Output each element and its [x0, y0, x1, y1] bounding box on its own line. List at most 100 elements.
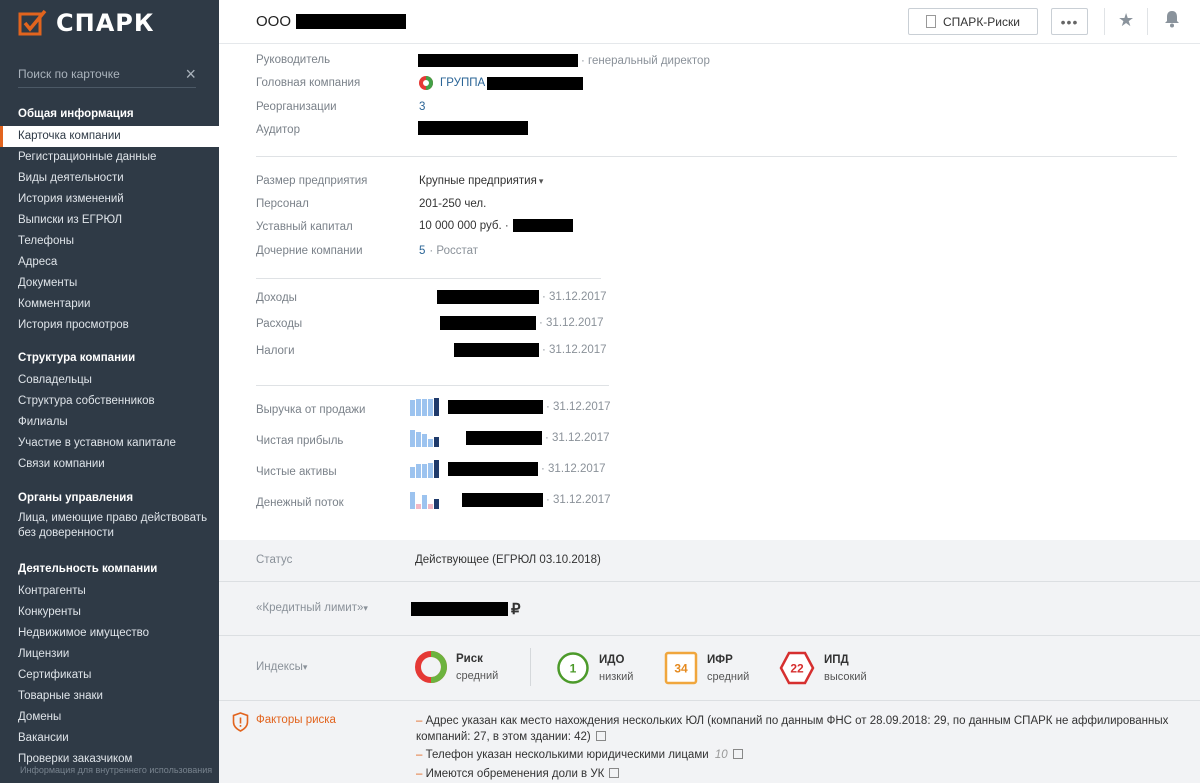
sidebar-footer-note: Информация для внутреннего использования — [20, 765, 213, 775]
risk-factors-label[interactable]: Факторы риска — [256, 714, 336, 726]
nav-licenses[interactable]: Лицензии — [0, 644, 219, 665]
sparkline-bar — [434, 460, 439, 478]
nav-company-card[interactable]: Карточка компании — [0, 126, 219, 147]
ido-circle-icon: 1 — [557, 652, 589, 684]
page-title: ООО — [256, 13, 407, 30]
nav-real-estate[interactable]: Недвижимое имущество — [0, 623, 219, 644]
income-label: Доходы — [256, 292, 297, 304]
chevron-down-icon: ▾ — [363, 603, 368, 613]
nav-comments[interactable]: Комментарии — [0, 294, 219, 315]
sparkline-bar — [422, 434, 427, 447]
index-ido-level: низкий — [599, 670, 634, 683]
nav-owner-structure[interactable]: Структура собственников — [0, 391, 219, 412]
net-profit-date: · 31.12.2017 — [545, 432, 610, 444]
nav-certificates[interactable]: Сертификаты — [0, 665, 219, 686]
redacted-cash-flow — [462, 493, 543, 507]
nav-egrul-extracts[interactable]: Выписки из ЕГРЮЛ — [0, 210, 219, 231]
index-ido-name: ИДО — [599, 653, 625, 666]
parent-company-value[interactable]: ГРУППА — [418, 75, 584, 91]
expenses-value-row: · 31.12.2017 — [440, 316, 604, 330]
auditor-value[interactable] — [418, 121, 528, 135]
spark-logo[interactable]: СПАРК — [18, 7, 154, 39]
nav-co-owners[interactable]: Совладельцы — [0, 370, 219, 391]
nav-addresses[interactable]: Адреса — [0, 252, 219, 273]
nav-activities[interactable]: Виды деятельности — [0, 168, 219, 189]
divider — [530, 648, 531, 686]
subsidiaries-source: · Росстат — [429, 245, 479, 257]
revenue-sparkline — [410, 398, 440, 416]
external-link-icon[interactable] — [732, 749, 743, 759]
nav-company-links[interactable]: Связи компании — [0, 454, 219, 475]
credit-limit-toggle[interactable]: «Кредитный лимит»▾ — [256, 602, 368, 614]
index-ipd[interactable]: 22 ИПД высокий — [779, 651, 867, 685]
staff-label: Персонал — [256, 198, 309, 210]
index-ifr-level: средний — [707, 670, 750, 683]
nav-registration-data[interactable]: Регистрационные данные — [0, 147, 219, 168]
nav-phones[interactable]: Телефоны — [0, 231, 219, 252]
net-assets-row[interactable]: · 31.12.2017 — [410, 460, 606, 478]
redacted-revenue — [448, 400, 543, 414]
redacted-auditor — [418, 121, 528, 135]
parent-company-link[interactable]: ГРУППА — [440, 77, 485, 89]
company-size-dropdown[interactable]: Крупные предприятия ▾ — [419, 175, 543, 187]
reorganizations-count[interactable]: 3 — [419, 101, 425, 113]
index-ido[interactable]: 1 ИДО низкий — [556, 651, 633, 685]
more-options-button[interactable]: ••• — [1051, 8, 1088, 35]
risk-factor-text: Адрес указан как место нахождения нескол… — [416, 715, 1169, 743]
nav-domains[interactable]: Домены — [0, 707, 219, 728]
net-profit-row[interactable]: · 31.12.2017 — [410, 429, 610, 447]
star-icon[interactable]: ★ — [1118, 10, 1134, 31]
revenue-label: Выручка от продажи — [256, 404, 366, 416]
external-link-icon[interactable] — [595, 731, 606, 741]
chevron-down-icon: ▾ — [538, 175, 544, 186]
redacted-leader-name[interactable] — [418, 54, 578, 67]
index-risk[interactable]: Риск средний — [415, 651, 498, 683]
leader-value: · генеральный директор — [418, 54, 710, 67]
status-row — [219, 540, 1200, 582]
cash-flow-label: Денежный поток — [256, 497, 344, 509]
page-header: ООО СПАРК-Риски ••• ★ — [219, 0, 1200, 44]
indices-toggle[interactable]: Индексы▾ — [256, 661, 307, 673]
shield-warning-icon — [232, 712, 249, 732]
sparkline-bar — [428, 399, 433, 416]
card-search-input[interactable] — [18, 66, 168, 81]
company-size-value: Крупные предприятия — [419, 175, 537, 187]
redacted-income — [437, 290, 539, 304]
taxes-date: · 31.12.2017 — [542, 344, 607, 356]
net-profit-label: Чистая прибыль — [256, 435, 344, 447]
nav-capital-participation[interactable]: Участие в уставном капитале — [0, 433, 219, 454]
sparkline-bar — [410, 492, 415, 509]
nav-documents[interactable]: Документы — [0, 273, 219, 294]
redacted-capital-note — [512, 219, 573, 232]
divider — [256, 278, 601, 279]
risk-factor-text: Телефон указан несколькими юридическими … — [425, 749, 709, 761]
reorganizations-label: Реорганизации — [256, 101, 337, 113]
subsidiaries-count[interactable]: 5 — [419, 245, 425, 257]
cash-flow-row[interactable]: · 31.12.2017 — [410, 491, 611, 509]
ifr-value: 34 — [674, 662, 688, 676]
revenue-row[interactable]: · 31.12.2017 — [410, 398, 611, 416]
sparkline-bar — [416, 464, 421, 478]
sparkline-bar — [416, 432, 421, 447]
nav-competitors[interactable]: Конкуренты — [0, 602, 219, 623]
logo-text: СПАРК — [56, 9, 155, 37]
indices-label: Индексы — [256, 661, 303, 673]
nav-trademarks[interactable]: Товарные знаки — [0, 686, 219, 707]
nav-vacancies[interactable]: Вакансии — [0, 728, 219, 749]
nav-authorized-persons[interactable]: Лица, имеющие право действовать без дове… — [0, 510, 219, 542]
nav-change-history[interactable]: История изменений — [0, 189, 219, 210]
spark-risks-button[interactable]: СПАРК-Риски — [908, 8, 1038, 35]
expenses-label: Расходы — [256, 318, 303, 330]
net-assets-label: Чистые активы — [256, 466, 337, 478]
credit-limit-label: «Кредитный лимит» — [256, 602, 364, 614]
nav-view-history[interactable]: История просмотров — [0, 315, 219, 336]
leader-role: · генеральный директор — [581, 54, 710, 67]
nav-counterparties[interactable]: Контрагенты — [0, 581, 219, 602]
clear-search-icon[interactable]: × — [185, 65, 196, 83]
bell-icon[interactable] — [1164, 10, 1180, 28]
nav-branches[interactable]: Филиалы — [0, 412, 219, 433]
index-ifr[interactable]: 34 ИФР средний — [664, 651, 749, 685]
spark-risks-label: СПАРК-Риски — [943, 14, 1020, 29]
risk-factor-item: – Адрес указан как место нахождения неск… — [416, 715, 1169, 743]
external-link-icon[interactable] — [609, 768, 620, 778]
